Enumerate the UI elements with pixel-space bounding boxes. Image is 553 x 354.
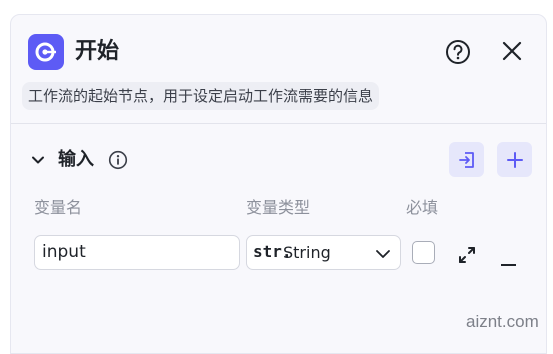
variable-type-value: String [283, 243, 331, 262]
column-header-name: 变量名 [34, 198, 83, 217]
column-header-type: 变量类型 [246, 198, 311, 217]
node-description: 工作流的起始节点，用于设定启动工作流需要的信息 [22, 82, 380, 110]
variable-name-input[interactable]: input [34, 235, 240, 270]
required-checkbox[interactable] [412, 241, 435, 264]
close-icon[interactable] [500, 39, 524, 63]
chevron-down-icon [375, 246, 391, 260]
divider [11, 123, 546, 124]
start-node-panel: 开始 工作流的起始节点，用于设定启动工作流需要的信息 输入 变量名 变量类型 必… [10, 14, 547, 354]
import-icon [458, 151, 474, 168]
input-section-title: 输入 [58, 149, 94, 170]
collapse-chevron-icon[interactable] [30, 152, 46, 168]
watermark: aiznt.com [466, 312, 539, 331]
add-variable-button[interactable] [497, 142, 532, 177]
info-icon[interactable] [108, 150, 128, 170]
column-header-required: 必填 [406, 198, 439, 217]
variable-type-select[interactable]: str. String [246, 235, 401, 270]
remove-variable-icon[interactable] [501, 252, 516, 266]
expand-icon[interactable] [458, 246, 476, 264]
start-node-icon [28, 34, 64, 70]
plus-icon [506, 151, 523, 168]
node-title: 开始 [75, 39, 120, 64]
import-variable-button[interactable] [449, 142, 484, 177]
help-icon[interactable] [445, 39, 471, 65]
